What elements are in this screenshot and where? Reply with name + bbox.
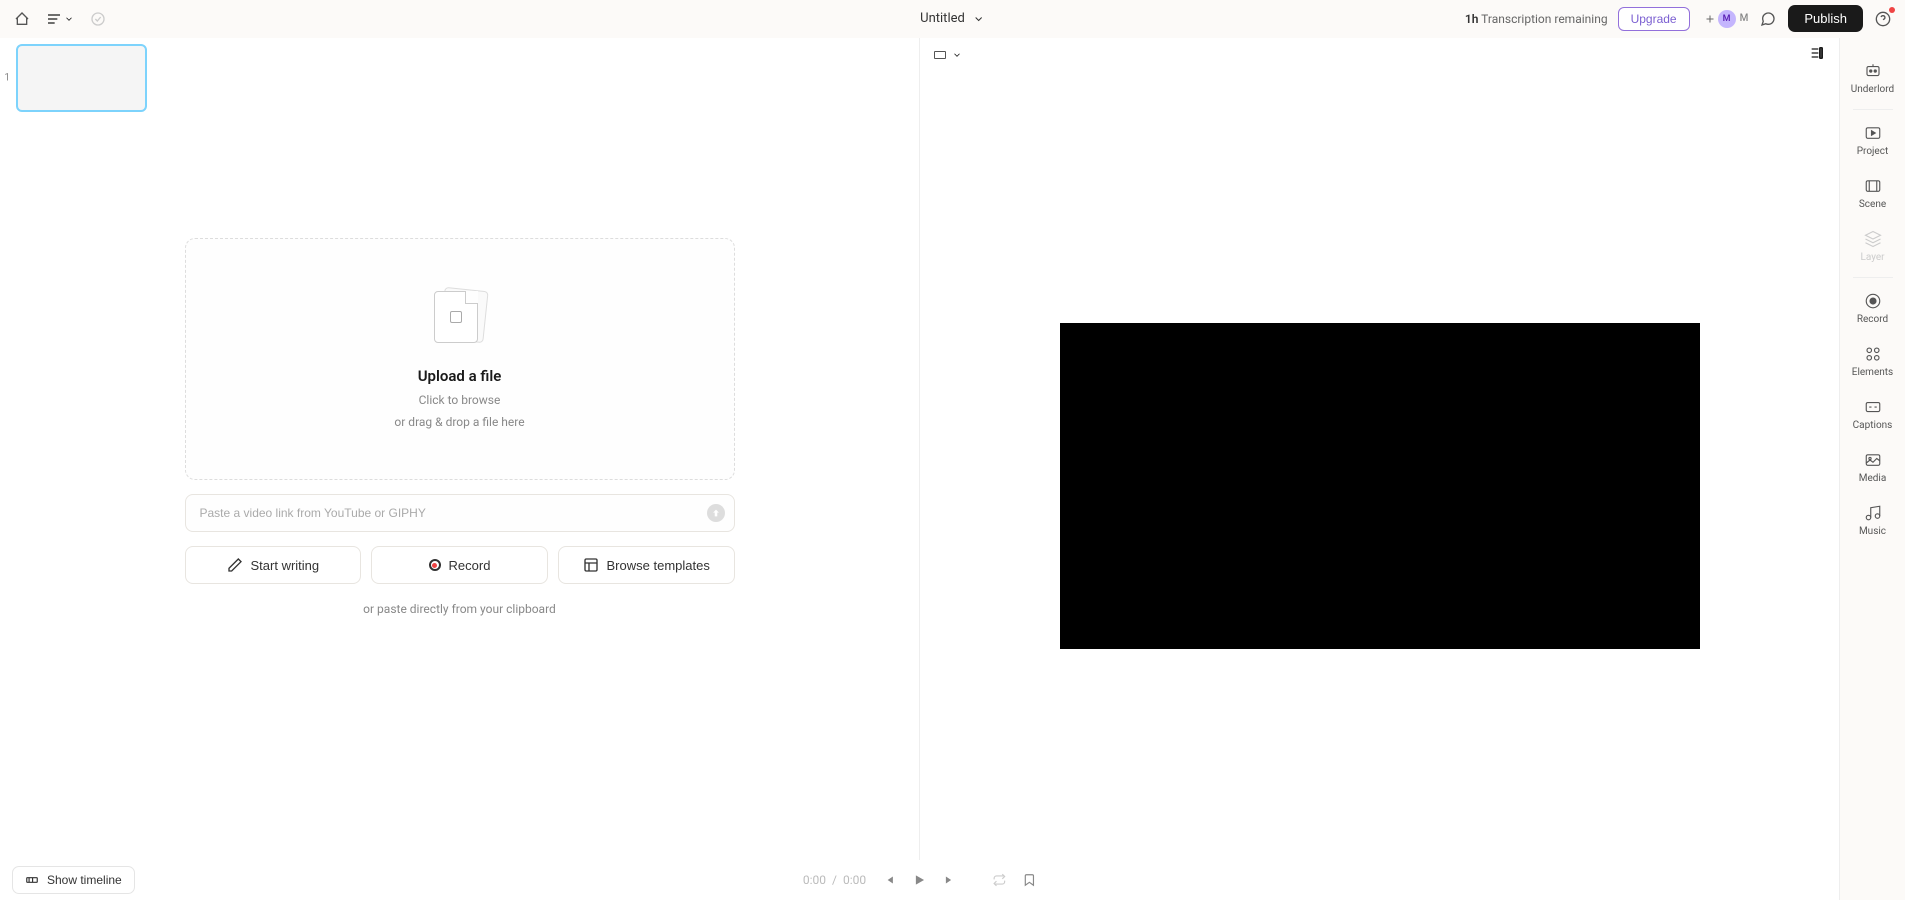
music-icon — [1864, 504, 1882, 522]
editor-panel: 1 Upload a file Click to browse or drag … — [0, 38, 919, 900]
skip-forward-button[interactable] — [942, 873, 956, 887]
video-link-input[interactable] — [185, 494, 735, 532]
scene-thumbnail-1[interactable] — [16, 44, 147, 112]
properties-button[interactable] — [1809, 45, 1825, 65]
bottom-bar: Show timeline 0:00 / 0:00 — [0, 860, 1839, 900]
transcription-status: 1h Transcription remaining — [1465, 12, 1608, 26]
bookmark-button[interactable] — [1022, 873, 1036, 887]
chevron-down-icon — [64, 14, 74, 24]
right-sidebar: Underlord Project Scene Layer Record Ele… — [1839, 38, 1905, 900]
app-header: Untitled 1h Transcription remaining Upgr… — [0, 0, 1905, 38]
aspect-ratio-button[interactable] — [934, 50, 962, 60]
bookmark-icon — [1022, 873, 1036, 887]
chat-icon — [1760, 11, 1776, 27]
collaborators[interactable]: M M — [1700, 9, 1749, 29]
preview-panel — [920, 38, 1839, 900]
record-icon — [429, 559, 441, 571]
upload-dropzone[interactable]: Upload a file Click to browse or drag & … — [185, 238, 735, 480]
templates-icon — [583, 557, 599, 573]
time-display: 0:00 / 0:00 — [803, 873, 866, 887]
elements-icon — [1864, 345, 1882, 363]
aspect-icon — [934, 51, 946, 59]
home-icon — [14, 11, 30, 27]
captions-icon — [1864, 398, 1882, 416]
project-icon — [1864, 124, 1882, 142]
help-icon — [1875, 11, 1891, 27]
layer-icon — [1864, 230, 1882, 248]
timeline-icon — [25, 873, 39, 887]
file-icon — [430, 289, 490, 347]
project-title: Untitled — [920, 11, 965, 26]
skip-forward-icon — [942, 873, 956, 887]
rail-elements[interactable]: Elements — [1840, 335, 1905, 388]
project-title-button[interactable]: Untitled — [920, 11, 985, 26]
publish-button[interactable]: Publish — [1788, 5, 1863, 32]
chevron-down-icon — [973, 13, 985, 25]
show-timeline-button[interactable]: Show timeline — [12, 866, 135, 894]
avatar-letter: M — [1740, 13, 1749, 24]
playback-controls: 0:00 / 0:00 — [803, 873, 1036, 887]
scene-strip: 1 — [0, 38, 919, 118]
pen-icon — [227, 557, 243, 573]
arrow-up-icon — [711, 508, 721, 518]
submit-link-button[interactable] — [707, 504, 725, 522]
skip-back-icon — [882, 873, 896, 887]
help-button[interactable] — [1873, 9, 1893, 29]
start-writing-button[interactable]: Start writing — [185, 546, 362, 584]
comments-button[interactable] — [1758, 9, 1778, 29]
record-rail-icon — [1864, 292, 1882, 310]
sync-status-icon — [88, 9, 108, 29]
play-icon — [912, 873, 926, 887]
rail-project[interactable]: Project — [1840, 114, 1905, 167]
loop-button[interactable] — [992, 873, 1006, 887]
underlord-icon — [1864, 62, 1882, 80]
rail-layer: Layer — [1840, 220, 1905, 273]
menu-icon — [46, 11, 62, 27]
paste-hint: or paste directly from your clipboard — [363, 602, 556, 616]
media-icon — [1864, 451, 1882, 469]
rail-scene[interactable]: Scene — [1840, 167, 1905, 220]
rail-media[interactable]: Media — [1840, 441, 1905, 494]
home-button[interactable] — [12, 9, 32, 29]
upload-subtitle-1: Click to browse — [419, 393, 501, 407]
browse-templates-button[interactable]: Browse templates — [558, 546, 735, 584]
chevron-down-icon — [952, 50, 962, 60]
avatar: M — [1718, 10, 1736, 28]
rail-music[interactable]: Music — [1840, 494, 1905, 547]
loop-icon — [992, 873, 1006, 887]
upload-title: Upload a file — [418, 367, 502, 385]
rail-underlord[interactable]: Underlord — [1840, 52, 1905, 105]
upload-subtitle-2: or drag & drop a file here — [394, 415, 524, 429]
rail-record[interactable]: Record — [1840, 282, 1905, 335]
add-collaborator-icon[interactable] — [1700, 9, 1720, 29]
scene-number: 1 — [4, 73, 14, 84]
upgrade-button[interactable]: Upgrade — [1618, 7, 1690, 31]
record-button[interactable]: Record — [371, 546, 548, 584]
scene-icon — [1864, 177, 1882, 195]
properties-icon — [1809, 45, 1825, 61]
play-button[interactable] — [912, 873, 926, 887]
rail-captions[interactable]: Captions — [1840, 388, 1905, 441]
skip-back-button[interactable] — [882, 873, 896, 887]
video-canvas[interactable] — [1060, 323, 1700, 649]
menu-button[interactable] — [46, 11, 74, 27]
